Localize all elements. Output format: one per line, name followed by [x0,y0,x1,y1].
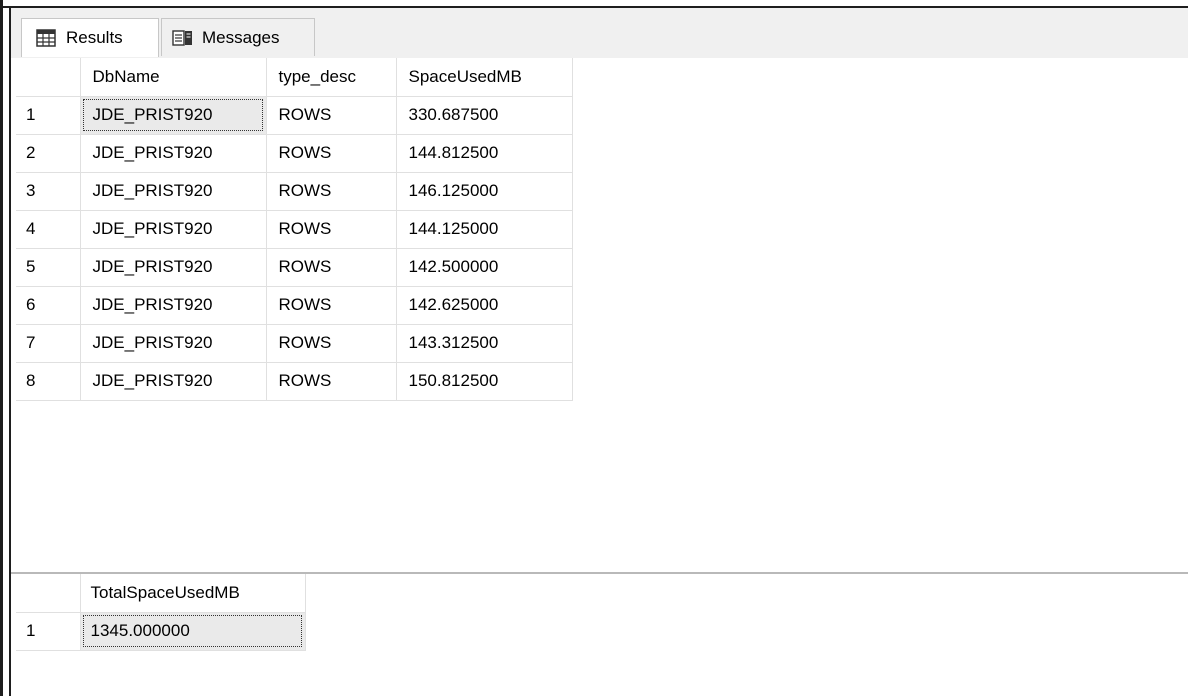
tab-results[interactable]: Results [21,18,159,57]
cell-type-desc[interactable]: ROWS [266,134,397,173]
table-row[interactable]: 1 1345.000000 [16,612,306,651]
column-header-totalspaceusedmb[interactable]: TotalSpaceUsedMB [80,574,306,613]
row-number[interactable]: 1 [16,96,81,135]
row-number[interactable]: 1 [16,612,81,651]
header-row: DbName type_desc SpaceUsedMB [16,58,573,97]
results-table-1: DbName type_desc SpaceUsedMB 1 JDE_PRIST… [16,58,573,401]
table-row[interactable]: 8 JDE_PRIST920 ROWS 150.812500 [16,362,573,401]
row-number[interactable]: 7 [16,324,81,363]
table-row[interactable]: 7 JDE_PRIST920 ROWS 143.312500 [16,324,573,363]
cell-totalspaceusedmb[interactable]: 1345.000000 [80,612,306,651]
table-row[interactable]: 1 JDE_PRIST920 ROWS 330.687500 [16,96,573,135]
row-number[interactable]: 4 [16,210,81,249]
row-number-header[interactable] [16,574,81,613]
table-row[interactable]: 2 JDE_PRIST920 ROWS 144.812500 [16,134,573,173]
results-grid-1[interactable]: DbName type_desc SpaceUsedMB 1 JDE_PRIST… [11,58,1188,574]
cell-dbname[interactable]: JDE_PRIST920 [80,248,267,287]
cell-type-desc[interactable]: ROWS [266,286,397,325]
cell-dbname[interactable]: JDE_PRIST920 [80,172,267,211]
tab-messages-label: Messages [202,27,280,47]
cell-spaceusedmb[interactable]: 150.812500 [396,362,573,401]
cell-type-desc[interactable]: ROWS [266,248,397,287]
column-header-spaceusedmb[interactable]: SpaceUsedMB [396,58,573,97]
window-top-edge [0,0,1188,8]
row-number[interactable]: 8 [16,362,81,401]
table-row[interactable]: 5 JDE_PRIST920 ROWS 142.500000 [16,248,573,287]
table-row[interactable]: 4 JDE_PRIST920 ROWS 144.125000 [16,210,573,249]
cell-dbname[interactable]: JDE_PRIST920 [80,96,267,135]
cell-dbname[interactable]: JDE_PRIST920 [80,210,267,249]
column-header-dbname[interactable]: DbName [80,58,267,97]
cell-dbname[interactable]: JDE_PRIST920 [80,324,267,363]
cell-spaceusedmb[interactable]: 142.625000 [396,286,573,325]
cell-type-desc[interactable]: ROWS [266,362,397,401]
cell-spaceusedmb[interactable]: 146.125000 [396,172,573,211]
table-row[interactable]: 6 JDE_PRIST920 ROWS 142.625000 [16,286,573,325]
results-grid-2[interactable]: TotalSpaceUsedMB 1 1345.000000 [11,574,1188,696]
cell-spaceusedmb[interactable]: 144.125000 [396,210,573,249]
window-left-edge [0,0,3,696]
cell-type-desc[interactable]: ROWS [266,210,397,249]
cell-type-desc[interactable]: ROWS [266,324,397,363]
tab-results-label: Results [66,28,123,47]
row-number[interactable]: 3 [16,172,81,211]
row-number[interactable]: 5 [16,248,81,287]
results-tab-strip: Results Messages [11,8,1188,59]
cell-spaceusedmb[interactable]: 330.687500 [396,96,573,135]
messages-icon [172,29,192,47]
results-table-2: TotalSpaceUsedMB 1 1345.000000 [16,574,306,651]
cell-spaceusedmb[interactable]: 144.812500 [396,134,573,173]
table-row[interactable]: 3 JDE_PRIST920 ROWS 146.125000 [16,172,573,211]
row-number[interactable]: 6 [16,286,81,325]
grid-icon [36,29,56,47]
cell-type-desc[interactable]: ROWS [266,172,397,211]
column-header-type-desc[interactable]: type_desc [266,58,397,97]
cell-spaceusedmb[interactable]: 142.500000 [396,248,573,287]
row-number[interactable]: 2 [16,134,81,173]
cell-type-desc[interactable]: ROWS [266,96,397,135]
header-row: TotalSpaceUsedMB [16,574,306,613]
row-number-header[interactable] [16,58,81,97]
cell-dbname[interactable]: JDE_PRIST920 [80,362,267,401]
tab-messages[interactable]: Messages [161,18,315,56]
cell-dbname[interactable]: JDE_PRIST920 [80,134,267,173]
cell-spaceusedmb[interactable]: 143.312500 [396,324,573,363]
cell-dbname[interactable]: JDE_PRIST920 [80,286,267,325]
